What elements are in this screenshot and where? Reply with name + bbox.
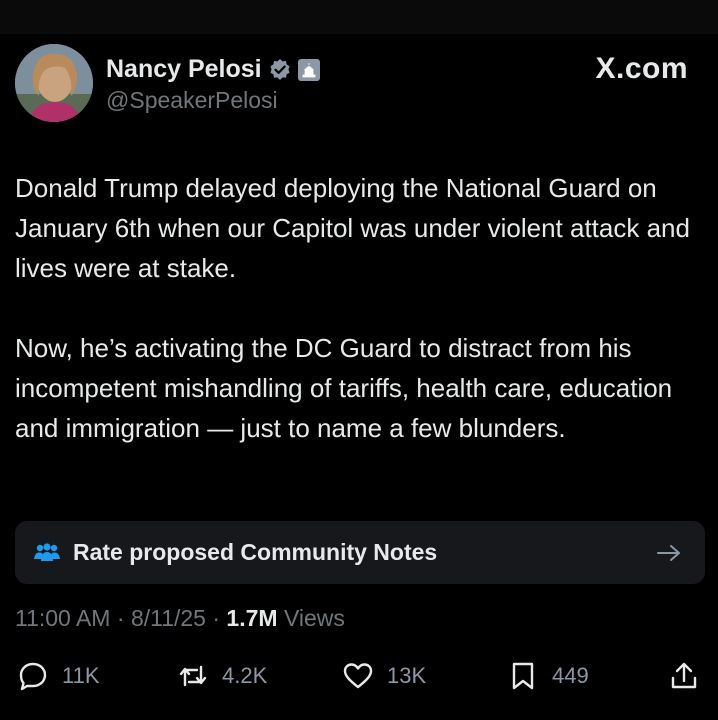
post-date[interactable]: 8/11/25: [131, 605, 206, 631]
post-paragraph: Donald Trump delayed deploying the Natio…: [15, 173, 690, 283]
bookmark-count: 449: [552, 663, 589, 688]
reply-icon: [19, 662, 47, 691]
repost-button[interactable]: 4.2K: [178, 654, 267, 698]
share-icon: [671, 662, 697, 689]
repost-count: 4.2K: [222, 663, 268, 688]
post-text: Donald Trump delayed deploying the Natio…: [15, 168, 705, 448]
reply-count: 11K: [62, 663, 100, 688]
arrow-right-icon: [657, 544, 680, 561]
like-button[interactable]: 13K: [343, 654, 426, 698]
author-name-row: Nancy Pelosi: [106, 55, 320, 84]
post-paragraph: Now, he’s activating the DC Guard to dis…: [15, 333, 673, 443]
meta-separator: ·: [205, 605, 227, 631]
bookmark-button[interactable]: 449: [508, 654, 589, 698]
reply-button[interactable]: 11K: [18, 654, 100, 698]
community-notes-label: Rate proposed Community Notes: [73, 539, 438, 565]
community-notes-button[interactable]: Rate proposed Community Notes: [15, 521, 705, 584]
share-button[interactable]: [669, 654, 699, 698]
heart-icon: [343, 663, 373, 689]
x-logo: X.com: [595, 52, 688, 85]
top-bar: [0, 0, 718, 34]
government-capitol-icon: [297, 58, 320, 81]
repost-icon: [179, 665, 207, 687]
meta-separator: ·: [110, 605, 131, 631]
verified-badge-icon: [270, 58, 290, 80]
author-handle[interactable]: @SpeakerPelosi: [106, 87, 278, 114]
like-count: 13K: [387, 663, 427, 688]
avatar[interactable]: [15, 44, 93, 122]
post-time[interactable]: 11:00 AM: [15, 605, 110, 631]
author-name[interactable]: Nancy Pelosi: [106, 55, 262, 84]
bookmark-icon: [512, 662, 534, 690]
people-icon: [34, 542, 60, 561]
action-bar: 11K 4.2K 13K 449: [15, 654, 705, 698]
post-meta: 11:00 AM · 8/11/25 · 1.7M Views: [15, 605, 345, 632]
views-count: 1.7M: [226, 605, 278, 631]
views-label: Views: [283, 605, 345, 631]
